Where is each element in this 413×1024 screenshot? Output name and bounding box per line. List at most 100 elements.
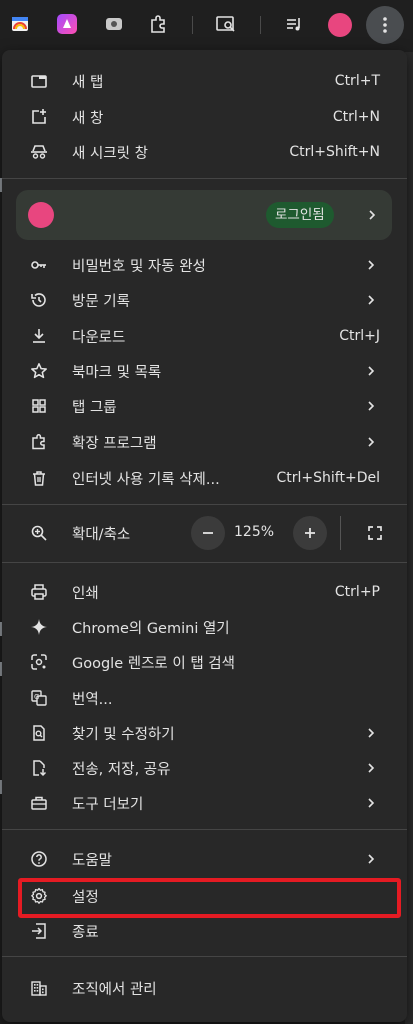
shortcut-text: Ctrl+Shift+N [289, 144, 380, 160]
history-icon [30, 291, 48, 309]
star-icon [30, 362, 48, 380]
chevron-right-icon [368, 763, 375, 773]
menu-item-label: 인터넷 사용 기록 삭제... [72, 471, 220, 488]
profile-row[interactable]: 로그인됨 [16, 190, 392, 240]
trash-icon [30, 469, 48, 487]
menu-item-label: 찾기 및 수정하기 [72, 726, 175, 743]
menu-item-new-tab[interactable]: 새 탭 Ctrl+T [2, 64, 407, 98]
menu-item-find-edit[interactable]: 찾기 및 수정하기 [2, 716, 407, 750]
save-share-icon [30, 759, 48, 777]
settings-highlight-box [18, 878, 401, 918]
menu-item-clear-browsing-data[interactable]: 인터넷 사용 기록 삭제... Ctrl+Shift+Del [2, 461, 407, 495]
menu-item-tab-groups[interactable]: 탭 그룹 [2, 389, 407, 423]
chrome-menu-button[interactable] [366, 6, 404, 44]
zoom-icon [30, 524, 48, 542]
signed-in-badge: 로그인됨 [266, 202, 334, 228]
building-icon [30, 979, 48, 997]
menu-divider [2, 956, 407, 957]
menu-item-label: 방문 기록 [72, 293, 130, 310]
menu-item-label: Chrome의 Gemini 열기 [72, 620, 230, 637]
grid-icon [30, 397, 48, 415]
extension-icon-2[interactable] [102, 12, 126, 36]
toolbar-separator [192, 16, 193, 34]
find-in-page-icon [30, 724, 48, 742]
chevron-right-icon [368, 728, 375, 738]
menu-item-passwords[interactable]: 비밀번호 및 자동 완성 [2, 248, 407, 282]
chevron-right-icon [368, 854, 375, 864]
menu-divider [2, 829, 407, 830]
shortcut-text: Ctrl+N [332, 109, 380, 125]
lens-search-icon[interactable] [214, 12, 238, 36]
menu-item-label: 조직에서 관리 [72, 981, 157, 998]
menu-item-managed-by-org[interactable]: 조직에서 관리 [2, 971, 407, 1005]
menu-item-label: Google 렌즈로 이 탭 검색 [72, 655, 235, 672]
lens-icon [30, 653, 48, 671]
menu-item-label: 확장 프로그램 [72, 435, 157, 452]
shortcut-text: Ctrl+Shift+Del [276, 470, 380, 486]
menu-item-help[interactable]: 도움말 [2, 842, 407, 876]
menu-item-incognito[interactable]: 새 시크릿 창 Ctrl+Shift+N [2, 135, 407, 169]
menu-item-label: 인쇄 [72, 585, 99, 602]
chevron-right-icon [368, 401, 375, 411]
chevron-right-icon [368, 437, 375, 447]
toolbox-icon [30, 794, 48, 812]
menu-divider [2, 562, 407, 563]
help-icon [30, 850, 48, 868]
extensions-puzzle-icon[interactable] [146, 12, 170, 36]
menu-item-new-window[interactable]: 새 창 Ctrl+N [2, 100, 407, 134]
menu-item-label: 탭 그룹 [72, 399, 117, 416]
menu-item-bookmarks[interactable]: 북마크 및 목록 [2, 354, 407, 388]
tab-favicon-icon[interactable] [8, 12, 32, 36]
menu-item-extensions[interactable]: 확장 프로그램 [2, 425, 407, 459]
shortcut-text: Ctrl+P [334, 584, 380, 600]
fullscreen-button[interactable] [358, 516, 392, 550]
browser-toolbar [0, 0, 413, 52]
menu-item-print[interactable]: 인쇄 Ctrl+P [2, 575, 407, 609]
chevron-right-icon [368, 798, 375, 808]
zoom-out-button[interactable] [191, 516, 225, 550]
more-vert-icon [383, 17, 387, 33]
chevron-right-icon [368, 295, 375, 305]
profile-avatar[interactable] [328, 13, 352, 37]
svg-text:G: G [34, 693, 39, 701]
menu-item-label: 비밀번호 및 자동 완성 [72, 258, 206, 275]
menu-item-exit[interactable]: 종료 [2, 914, 407, 948]
menu-divider [2, 178, 407, 179]
menu-item-translate[interactable]: G 번역... [2, 681, 407, 715]
gemini-sparkle-icon [30, 618, 48, 636]
menu-item-downloads[interactable]: 다운로드 Ctrl+J [2, 319, 407, 353]
menu-item-label: 새 시크릿 창 [72, 145, 148, 162]
menu-item-google-lens[interactable]: Google 렌즈로 이 탭 검색 [2, 645, 407, 679]
shortcut-text: Ctrl+J [339, 328, 380, 344]
profile-avatar [28, 202, 54, 228]
menu-item-cast-save-share[interactable]: 전송, 저장, 공유 [2, 751, 407, 785]
media-control-icon[interactable] [282, 12, 306, 36]
chrome-main-menu: 새 탭 Ctrl+T 새 창 Ctrl+N 새 시크릿 창 Ctrl+Shift… [2, 50, 407, 1022]
new-tab-icon [30, 72, 48, 90]
puzzle-icon [30, 433, 48, 451]
menu-item-more-tools[interactable]: 도구 더보기 [2, 786, 407, 820]
shortcut-text: Ctrl+T [334, 73, 380, 89]
key-icon [30, 256, 48, 274]
menu-item-label: 도구 더보기 [72, 796, 144, 813]
print-icon [30, 583, 48, 601]
menu-item-history[interactable]: 방문 기록 [2, 283, 407, 317]
menu-divider [2, 504, 407, 505]
minus-icon [203, 532, 213, 534]
menu-item-label: 다운로드 [72, 329, 126, 346]
extension-app-icon[interactable] [55, 12, 79, 36]
translate-icon: G [30, 689, 48, 707]
fullscreen-icon [368, 526, 382, 540]
chevron-right-icon [368, 260, 375, 270]
menu-item-gemini[interactable]: Chrome의 Gemini 열기 [2, 610, 407, 644]
menu-item-label: 새 탭 [72, 74, 104, 91]
menu-item-label: 종료 [72, 924, 99, 941]
zoom-in-button[interactable] [293, 516, 327, 550]
toolbar-separator [260, 16, 261, 34]
plus-icon [305, 528, 315, 538]
download-icon [30, 327, 48, 345]
menu-item-label: 확대/축소 [72, 526, 131, 543]
new-window-icon [30, 108, 48, 126]
menu-item-label: 도움말 [72, 852, 113, 869]
zoom-separator [340, 516, 341, 550]
